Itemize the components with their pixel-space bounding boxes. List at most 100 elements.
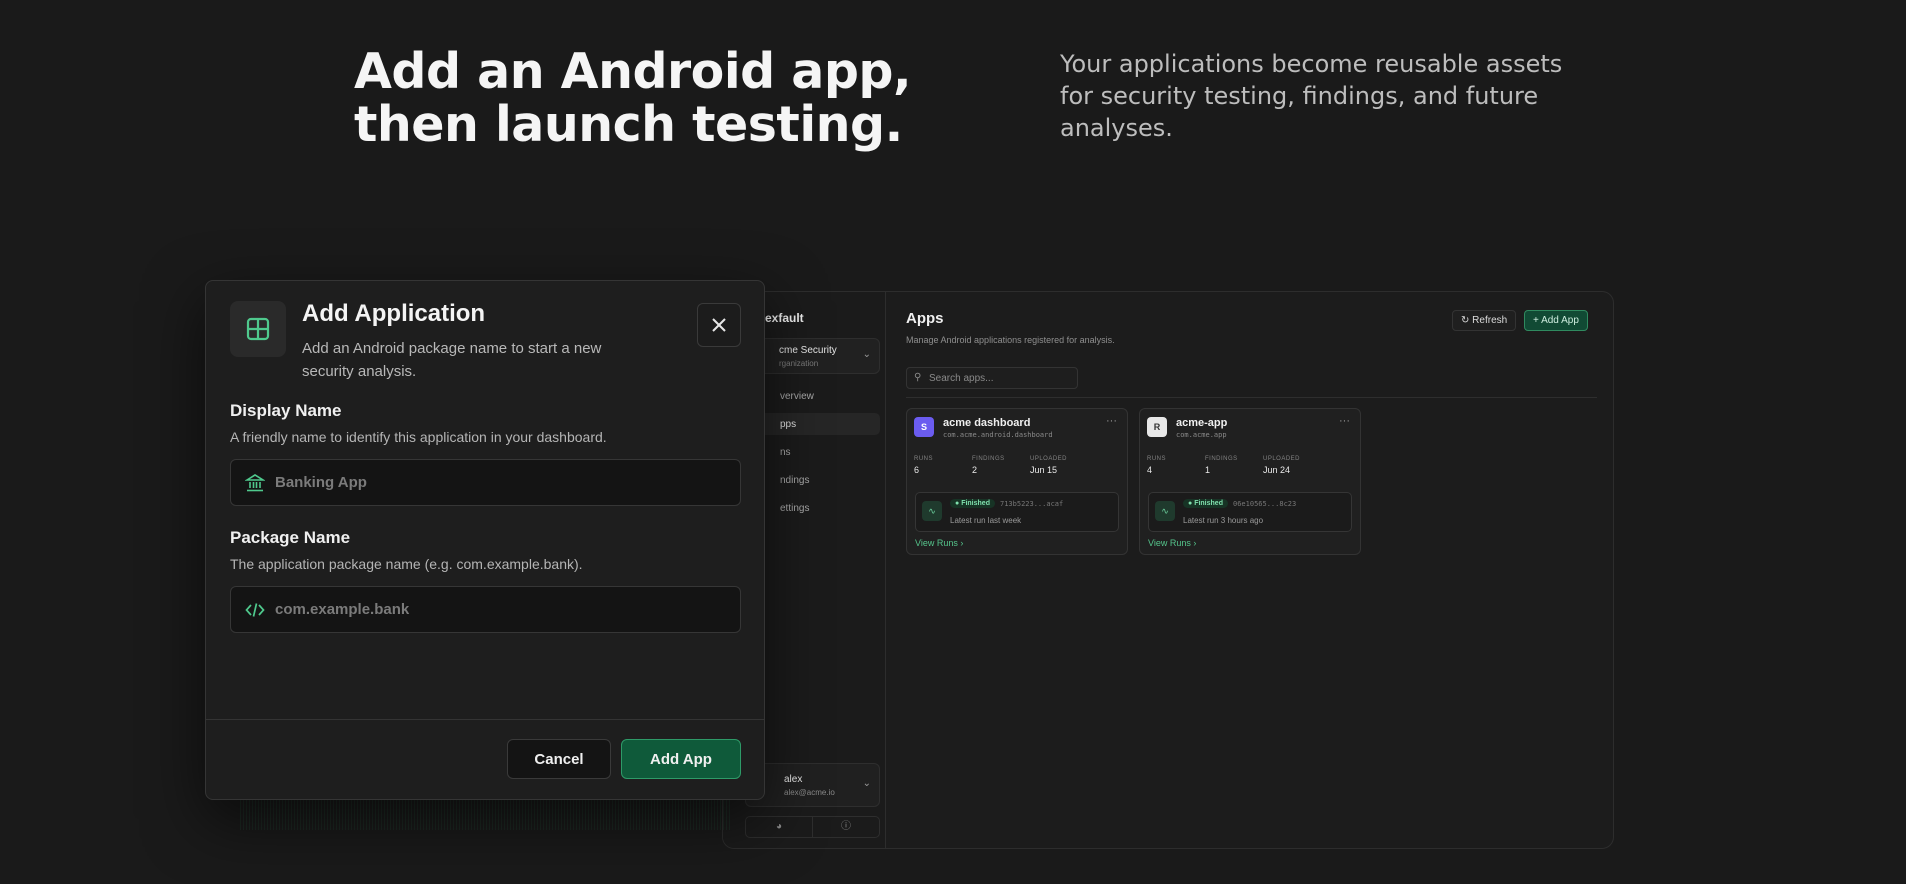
view-runs-link[interactable]: View Runs ›: [1148, 538, 1196, 548]
app-package: com.acme.android.dashboard: [943, 431, 1053, 439]
refresh-icon: ↻: [1461, 315, 1470, 326]
org-switcher[interactable]: cme Security rganization ⌄: [745, 338, 880, 374]
status-text: Finished: [961, 500, 990, 507]
add-app-button-header[interactable]: + Add App: [1524, 310, 1588, 331]
stat-uploaded: UPLOADED Jun 15: [1030, 456, 1067, 475]
stat-value: Jun 24: [1263, 465, 1291, 475]
stat-value: 6: [914, 465, 920, 475]
org-name: cme Security: [779, 345, 837, 356]
code-icon: [245, 603, 265, 617]
app-grid-icon: [230, 301, 286, 357]
stat-value: Jun 15: [1030, 465, 1058, 475]
activity-icon: ∿: [1155, 501, 1175, 521]
hero-subtitle: Your applications become reusable assets…: [1060, 48, 1580, 144]
page-title: Apps: [906, 310, 944, 327]
hero-subtitle-line: Your applications become reusable assets: [1060, 50, 1563, 78]
brand-name: exfault: [765, 311, 804, 325]
search-input[interactable]: ⚲ Search apps...: [906, 367, 1078, 389]
stat-runs: RUNS 4: [1147, 456, 1166, 475]
app-name: acme-app: [1176, 417, 1228, 429]
sidebar-item-label: verview: [780, 391, 814, 402]
package-name-label: Package Name: [230, 528, 351, 547]
status-badge: ● Finished: [1183, 499, 1228, 508]
help-icon[interactable]: ⓘ: [812, 817, 879, 837]
org-type: rganization: [779, 359, 819, 368]
stat-uploaded: UPLOADED Jun 24: [1263, 456, 1300, 475]
sidebar-item-label: ndings: [780, 475, 810, 486]
app-package: com.acme.app: [1176, 431, 1227, 439]
app-name: acme dashboard: [943, 417, 1031, 429]
stat-key: FINDINGS: [1205, 456, 1238, 462]
package-name-field[interactable]: [230, 586, 741, 633]
chevron-down-icon: ⌄: [862, 349, 871, 360]
hero-subtitle-line: analyses.: [1060, 114, 1173, 142]
user-name: alex: [784, 774, 803, 785]
hero-title: Add an Android app, then launch testing.: [354, 45, 914, 151]
view-runs-label: View Runs: [915, 538, 958, 548]
display-name-field[interactable]: [230, 459, 741, 506]
hero-title-line: then launch testing.: [354, 96, 903, 153]
package-name-help: The application package name (e.g. com.e…: [230, 556, 583, 572]
more-icon[interactable]: ···: [1339, 415, 1350, 427]
run-hash: 06e10565...8c23: [1233, 500, 1297, 508]
close-icon: [712, 318, 726, 332]
page-subtitle: Manage Android applications registered f…: [906, 335, 1115, 345]
hero-title-line: Add an Android app,: [354, 43, 912, 100]
more-icon[interactable]: ···: [1106, 415, 1117, 427]
stat-key: FINDINGS: [972, 456, 1005, 462]
sidebar-item-label: pps: [780, 419, 797, 430]
stat-key: RUNS: [1147, 456, 1167, 462]
run-time: Latest run last week: [950, 516, 1022, 525]
sidebar-item-apps[interactable]: pps: [745, 413, 880, 435]
sidebar-item-label: ettings: [780, 503, 810, 514]
search-placeholder: Search apps...: [929, 373, 994, 384]
stat-runs: RUNS 6: [914, 456, 933, 475]
stat-value: 4: [1147, 465, 1153, 475]
sidebar-item-scans[interactable]: ns: [745, 441, 880, 463]
latest-run[interactable]: ∿ ● Finished 713b5223...acaf Latest run …: [915, 492, 1119, 532]
user-menu[interactable]: alex alex@acme.io ⌄: [745, 763, 880, 807]
dialog-footer-divider: [206, 719, 764, 720]
sidebar-item-settings[interactable]: ettings: [745, 497, 880, 519]
display-name-label: Display Name: [230, 401, 342, 420]
refresh-button[interactable]: ↻ Refresh: [1452, 310, 1517, 331]
app-avatar: R: [1147, 417, 1167, 437]
status-text: Finished: [1194, 500, 1223, 507]
package-name-input[interactable]: [275, 587, 725, 632]
sidebar-footer: ◕ ⓘ: [745, 816, 880, 838]
stat-findings: FINDINGS 1: [1205, 456, 1238, 475]
dialog-subtitle: Add an Android package name to start a n…: [302, 340, 602, 380]
run-hash: 713b5223...acaf: [1000, 500, 1064, 508]
stat-key: UPLOADED: [1263, 456, 1301, 462]
add-application-dialog: Add Application Add an Android package n…: [205, 280, 765, 800]
status-badge: ● Finished: [950, 499, 995, 508]
user-email: alex@acme.io: [784, 788, 835, 797]
display-name-input[interactable]: [275, 460, 725, 505]
chevron-down-icon: ⌄: [862, 778, 871, 789]
sidebar-item-findings[interactable]: ndings: [745, 469, 880, 491]
divider: [906, 397, 1597, 398]
bank-icon: [245, 474, 265, 492]
theme-icon[interactable]: ◕: [746, 817, 812, 837]
stat-key: UPLOADED: [1030, 456, 1068, 462]
app-avatar: S: [914, 417, 934, 437]
view-runs-label: View Runs: [1148, 538, 1191, 548]
cancel-button[interactable]: Cancel: [507, 739, 611, 779]
sidebar-item-overview[interactable]: verview: [745, 385, 880, 407]
latest-run[interactable]: ∿ ● Finished 06e10565...8c23 Latest run …: [1148, 492, 1352, 532]
display-name-help: A friendly name to identify this applica…: [230, 429, 607, 445]
stat-value: 1: [1205, 465, 1211, 475]
sidebar-item-label: ns: [780, 447, 791, 458]
stat-value: 2: [972, 465, 978, 475]
refresh-label: Refresh: [1472, 315, 1508, 326]
app-window-preview: exfault cme Security rganization ⌄ vervi…: [722, 291, 1614, 849]
dialog-title: Add Application: [302, 300, 486, 327]
activity-icon: ∿: [922, 501, 942, 521]
view-runs-link[interactable]: View Runs ›: [915, 538, 963, 548]
search-icon: ⚲: [914, 372, 922, 383]
app-card[interactable]: R acme-app com.acme.app ··· RUNS 4 FINDI…: [1139, 408, 1361, 555]
app-card[interactable]: S acme dashboard com.acme.android.dashbo…: [906, 408, 1128, 555]
add-app-button[interactable]: Add App: [621, 739, 741, 779]
run-time: Latest run 3 hours ago: [1183, 516, 1264, 525]
close-button[interactable]: [697, 303, 741, 347]
